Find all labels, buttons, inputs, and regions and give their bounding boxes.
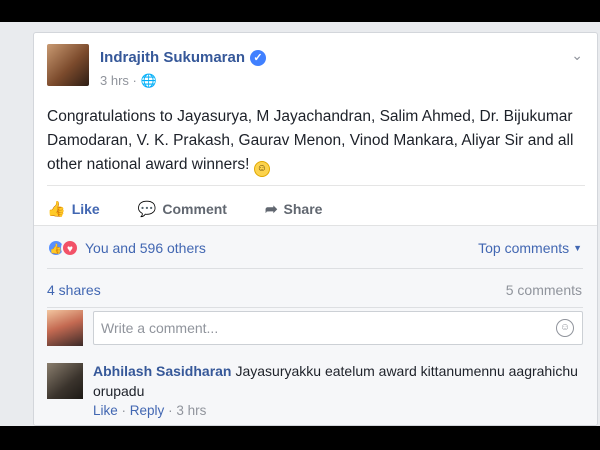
post-body: Congratulations to Jayasurya, M Jayachan… [47, 108, 574, 173]
globe-icon[interactable]: 🌐 [140, 73, 156, 88]
shares-count[interactable]: 4 shares [47, 282, 101, 298]
like-button[interactable]: 👍 Like [47, 200, 100, 218]
comment-label: Comment [162, 201, 227, 217]
feedback-section: 👍 ♥ You and 596 others Top comments ▼ 4 … [34, 225, 597, 425]
current-user-avatar [47, 310, 83, 346]
post-actions: 👍 Like 💬 Comment ➦ Share [47, 193, 360, 225]
author-name[interactable]: Indrajith Sukumaran [100, 49, 245, 66]
comment-reply-link[interactable]: Reply [130, 403, 165, 418]
feedback-divider [47, 268, 583, 269]
commenter-avatar[interactable] [47, 363, 83, 399]
comment-bubble-icon: 💬 [137, 201, 157, 218]
love-reaction-icon: ♥ [61, 239, 79, 257]
comment-like-link[interactable]: Like [93, 403, 118, 418]
author-name-row: Indrajith Sukumaran ✓ [100, 49, 267, 66]
comment-placeholder: Write a comment... [101, 320, 219, 336]
comments-count[interactable]: 5 comments [506, 282, 582, 298]
post-time[interactable]: 3 hrs [100, 73, 129, 88]
comment-item: Abhilash Sasidharan Jayasuryakku eatelum … [93, 361, 583, 401]
smiling-face-icon: ☺ [253, 161, 270, 177]
top-comments-dropdown[interactable]: Top comments ▼ [478, 240, 582, 256]
author-avatar[interactable] [47, 44, 89, 86]
comment-actions: Like · Reply · 3 hrs [93, 403, 206, 418]
comment-author[interactable]: Abhilash Sasidharan [93, 363, 231, 379]
reactions-summary[interactable]: 👍 ♥ You and 596 others [47, 239, 206, 257]
post-card: Indrajith Sukumaran ✓ 3 hrs · 🌐 ⌄ Congrat… [33, 32, 598, 426]
separator-dot: · [121, 403, 130, 418]
post-meta: 3 hrs · 🌐 [100, 73, 157, 89]
share-button[interactable]: ➦ Share [265, 200, 323, 218]
share-arrow-icon: ➦ [264, 201, 278, 218]
feedback-divider [47, 307, 583, 308]
post-divider [47, 185, 585, 186]
post-options-chevron-icon[interactable]: ⌄ [571, 47, 583, 64]
comment-button[interactable]: 💬 Comment [138, 200, 227, 218]
top-comments-label: Top comments [478, 240, 570, 256]
comment-time[interactable]: 3 hrs [176, 403, 206, 418]
verified-badge-icon: ✓ [250, 50, 267, 66]
reactions-count[interactable]: You and 596 others [85, 240, 206, 256]
thumbs-up-icon: 👍 [47, 201, 66, 218]
like-label: Like [71, 201, 100, 217]
share-label: Share [283, 201, 323, 217]
comment-input[interactable]: Write a comment... ☺ [93, 311, 583, 345]
post-text: Congratulations to Jayasurya, M Jayachan… [47, 105, 577, 177]
caret-down-icon: ▼ [573, 243, 582, 253]
emoji-picker-icon[interactable]: ☺ [556, 319, 574, 337]
